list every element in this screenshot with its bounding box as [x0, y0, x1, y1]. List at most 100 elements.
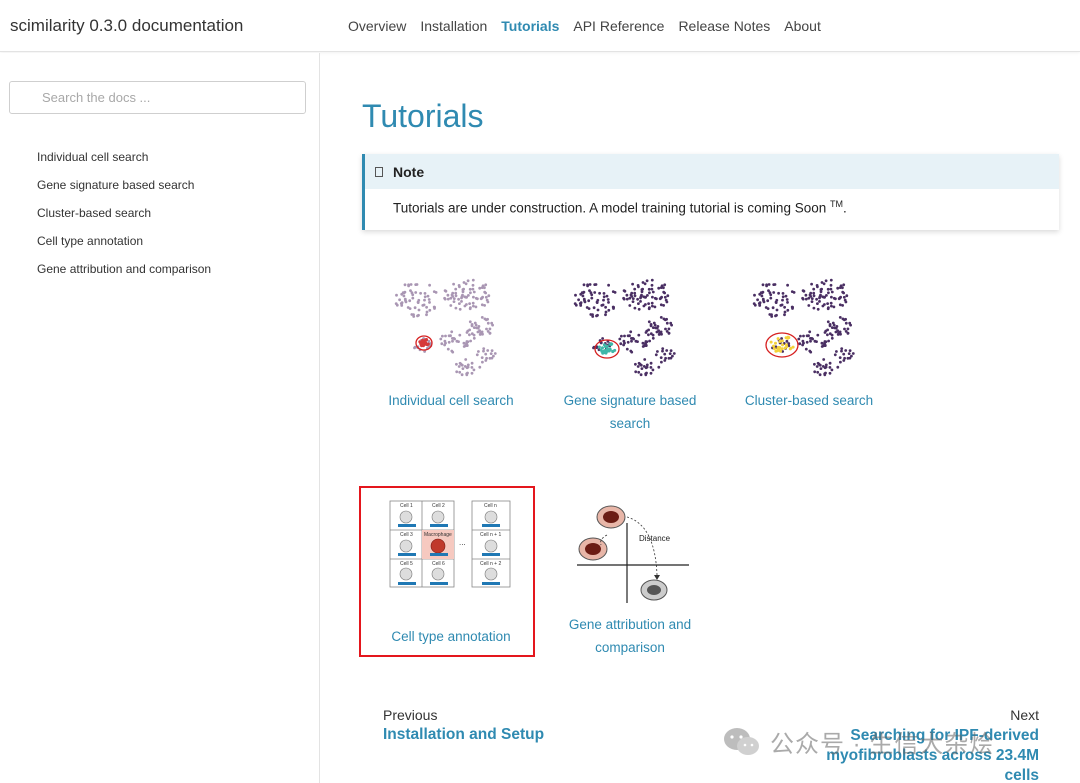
scatter-dot	[477, 350, 480, 353]
scatter-dot	[493, 352, 497, 355]
scatter-dot	[846, 327, 850, 331]
scatter-dot	[826, 302, 829, 305]
scatter-dot	[842, 283, 846, 287]
scatter-dot	[596, 313, 599, 317]
grid-cell-label: Cell n + 2	[480, 561, 501, 567]
scatter-dot	[492, 354, 495, 358]
scatter-dot	[470, 366, 474, 369]
highlight-dot	[604, 345, 607, 349]
scatter-dot	[400, 301, 404, 304]
scatter-dot	[407, 283, 410, 287]
scatter-dot	[804, 293, 808, 297]
scatter-dot	[826, 320, 830, 324]
scatter-dot	[823, 303, 826, 306]
scatter-dot	[425, 313, 428, 317]
search-input[interactable]	[9, 81, 306, 114]
scatter-dot	[842, 352, 846, 356]
scatter-dot	[487, 294, 491, 298]
card-cell-type-annotation[interactable]: Cell 1 Cell 2 Cell 3 Macrophage Cell 5 C…	[366, 495, 536, 648]
scatter-dot	[815, 365, 819, 368]
card-gene-signature-search[interactable]: Gene signature based search	[545, 271, 715, 435]
scatter-dot	[644, 344, 648, 347]
scatter-dot	[455, 370, 459, 374]
nav-release-notes[interactable]: Release Notes	[678, 18, 770, 34]
scatter-dot	[629, 330, 633, 334]
scatter-dot	[478, 365, 482, 369]
scatter-dot	[452, 300, 456, 303]
sidebar-item-gene-signature-search[interactable]: Gene signature based search	[37, 177, 211, 205]
card-label[interactable]: Cell type annotation	[366, 625, 536, 648]
scatter-dot	[458, 285, 461, 289]
card-label[interactable]: Individual cell search	[366, 389, 536, 412]
scatter-dot	[812, 291, 816, 295]
cell-grid-thumbnail: Cell 1 Cell 2 Cell 3 Macrophage Cell 5 C…	[389, 500, 511, 588]
scatter-dot	[659, 316, 663, 319]
scatter-dot	[838, 303, 842, 307]
sidebar-item-individual-cell-search[interactable]: Individual cell search	[37, 149, 211, 177]
scatter-dot	[441, 334, 444, 338]
scatter-dot	[598, 291, 601, 295]
card-label[interactable]: Gene signature based search	[545, 389, 715, 435]
highlight-dot	[425, 343, 429, 346]
scatter-dot	[577, 298, 580, 302]
scatter-dot	[816, 285, 819, 289]
scatter-dot	[472, 304, 475, 308]
scatter-dot	[583, 299, 586, 302]
nav-about[interactable]: About	[784, 18, 821, 34]
scatter-dot	[471, 283, 475, 287]
scatter-dot	[781, 298, 784, 302]
scatter-dot	[786, 283, 789, 287]
scatter-dot	[771, 306, 775, 310]
nav-api-reference[interactable]: API Reference	[573, 18, 664, 34]
scatter-dot	[612, 307, 615, 310]
scatter-dot	[607, 283, 610, 287]
sidebar-item-cluster-search[interactable]: Cluster-based search	[37, 205, 211, 233]
scatter-dot	[475, 353, 479, 357]
scatter-dot	[810, 297, 814, 300]
card-label[interactable]: Cluster-based search	[724, 389, 894, 412]
scatter-dot	[637, 370, 641, 374]
scatter-dot	[469, 306, 472, 309]
scatter-dot	[830, 326, 834, 329]
card-gene-attribution[interactable]: Distance Gene attribution and comparison	[545, 495, 715, 659]
scatter-dot	[816, 302, 819, 305]
scatter-dot	[827, 339, 830, 343]
sidebar-item-gene-attribution[interactable]: Gene attribution and comparison	[37, 261, 211, 289]
grid-cell-label: Cell 3	[400, 532, 413, 538]
scatter-dot	[468, 302, 471, 305]
scatter-dot	[818, 300, 821, 303]
scatter-dot	[648, 291, 651, 295]
note-suffix: .	[843, 200, 847, 216]
nav-tutorials[interactable]: Tutorials	[501, 18, 559, 34]
scatter-dot	[783, 310, 787, 314]
scatter-dot	[666, 294, 670, 298]
scatter-dot	[645, 279, 649, 283]
nav-overview[interactable]: Overview	[348, 18, 406, 34]
scatter-dot	[642, 365, 646, 368]
nav-installation[interactable]: Installation	[420, 18, 487, 34]
scatter-dot	[660, 360, 663, 364]
scatter-dot	[607, 301, 610, 304]
scatter-dot	[404, 299, 407, 302]
main-content: Tutorials Note Tutorials are under const…	[321, 53, 1080, 783]
scatter-dot	[640, 367, 644, 370]
scatter-dot	[807, 304, 811, 307]
scatter-dot	[659, 303, 663, 307]
scatter-dot	[409, 283, 413, 286]
scatter-dot	[468, 320, 472, 324]
scatter-dot	[644, 303, 647, 306]
card-cluster-search[interactable]: Cluster-based search	[724, 271, 894, 412]
prev-page-link[interactable]: Installation and Setup	[383, 726, 544, 744]
scatter-dot	[636, 340, 639, 343]
sidebar-item-cell-type-annotation[interactable]: Cell type annotation	[37, 233, 211, 261]
scatter-dot	[398, 298, 401, 302]
site-brand[interactable]: scimilarity 0.3.0 documentation	[10, 16, 243, 36]
scatter-dot	[642, 295, 646, 299]
scatter-dot	[596, 298, 600, 302]
scatter-dot	[419, 291, 422, 295]
scatter-dot	[411, 296, 415, 300]
card-label[interactable]: Gene attribution and comparison	[545, 613, 715, 659]
scatter-dot	[628, 304, 632, 307]
card-individual-cell-search[interactable]: Individual cell search	[366, 271, 536, 412]
highlight-dot	[611, 349, 615, 353]
